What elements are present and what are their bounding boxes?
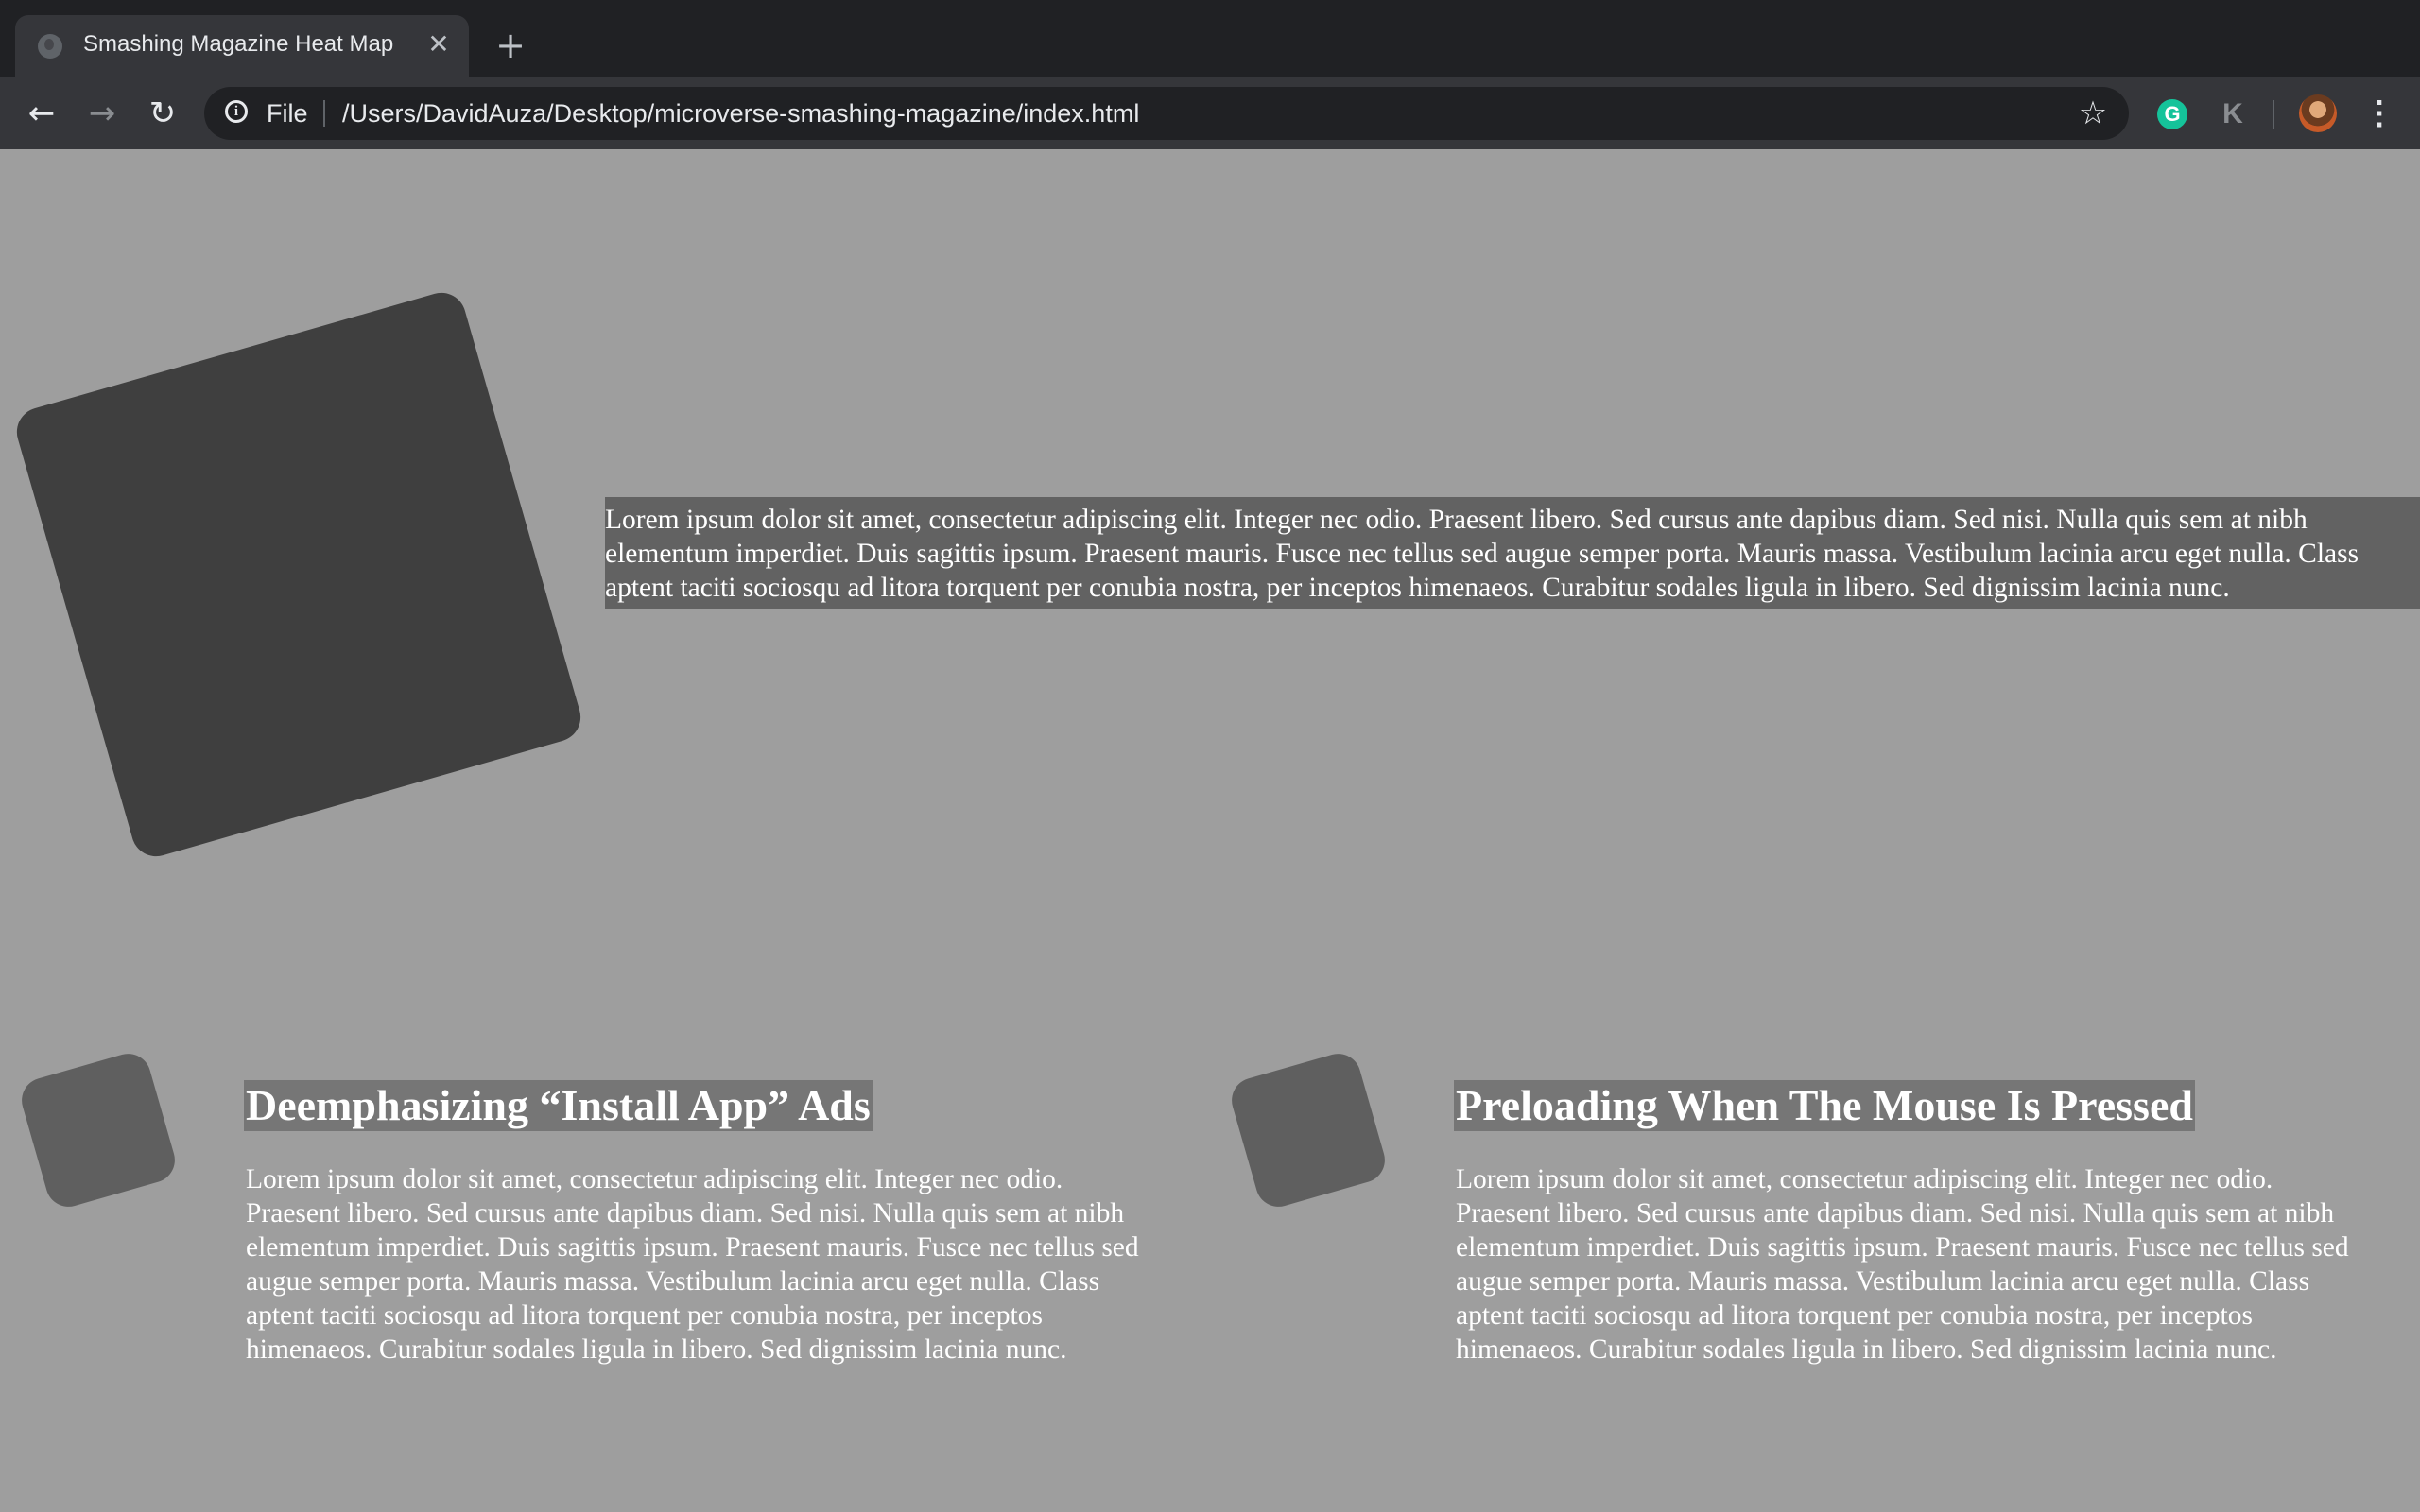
card-square-shape xyxy=(1226,1048,1391,1212)
info-icon[interactable]: i xyxy=(225,100,248,123)
browser-chrome: Smashing Magazine Heat Map ✕ + ← → ↻ i F… xyxy=(0,0,2420,149)
tab-title: Smashing Magazine Heat Map xyxy=(83,31,394,57)
kebab-menu-icon[interactable]: ⋮ xyxy=(2363,94,2395,132)
star-icon[interactable]: ☆ xyxy=(2074,94,2112,132)
globe-favicon-icon xyxy=(38,34,62,59)
scheme-label: File xyxy=(267,99,308,128)
omnibox-divider xyxy=(323,100,325,127)
forward-button[interactable]: → xyxy=(81,93,123,134)
card-title: Preloading When The Mouse Is Pressed xyxy=(1454,1080,2195,1131)
hero-paragraph: Lorem ipsum dolor sit amet, consectetur … xyxy=(605,497,2420,609)
toolbar-divider xyxy=(2273,100,2274,129)
extension-icon[interactable]: K xyxy=(2216,97,2250,131)
page-viewport: Lorem ipsum dolor sit amet, consectetur … xyxy=(0,149,2420,1512)
card-square-shape xyxy=(16,1048,181,1212)
tab-strip: Smashing Magazine Heat Map ✕ + xyxy=(0,0,2420,77)
url-text[interactable]: /Users/DavidAuza/Desktop/microverse-smas… xyxy=(342,99,1139,129)
card-title: Deemphasizing “Install App” Ads xyxy=(244,1080,873,1131)
address-bar[interactable]: i File /Users/DavidAuza/Desktop/microver… xyxy=(204,87,2129,140)
reload-button[interactable]: ↻ xyxy=(142,93,183,134)
back-button[interactable]: ← xyxy=(21,93,62,134)
browser-toolbar: ← → ↻ i File /Users/DavidAuza/Desktop/mi… xyxy=(0,77,2420,149)
close-icon[interactable]: ✕ xyxy=(425,31,452,58)
active-tab[interactable]: Smashing Magazine Heat Map ✕ xyxy=(15,15,469,77)
card-body: Lorem ipsum dolor sit amet, consectetur … xyxy=(1456,1164,2349,1365)
grammarly-icon[interactable]: G xyxy=(2157,99,2187,129)
new-tab-button[interactable]: + xyxy=(492,26,529,64)
avatar[interactable] xyxy=(2299,94,2337,132)
card-body: Lorem ipsum dolor sit amet, consectetur … xyxy=(246,1164,1139,1365)
hero-square-shape xyxy=(10,286,587,863)
